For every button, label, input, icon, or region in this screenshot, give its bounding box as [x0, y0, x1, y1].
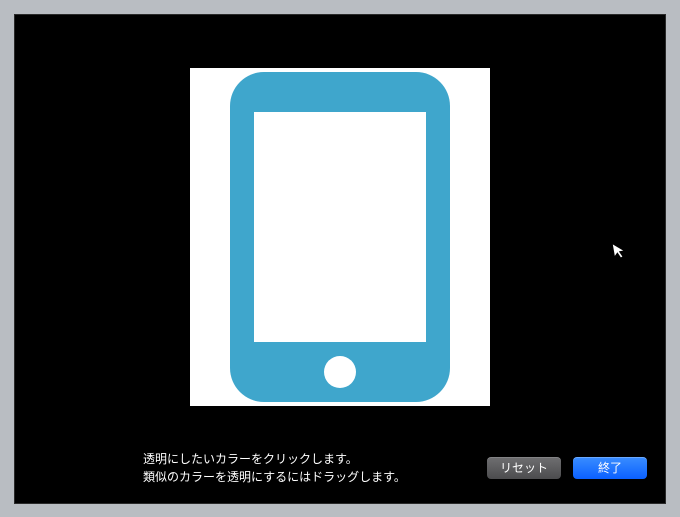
reset-button[interactable]: リセット	[487, 457, 561, 479]
instructions: 透明にしたいカラーをクリックします。 類似のカラーを透明にするにはドラッグします…	[33, 450, 475, 486]
instant-alpha-panel: 透明にしたいカラーをクリックします。 類似のカラーを透明にするにはドラッグします…	[14, 14, 666, 504]
image-stage[interactable]	[190, 68, 490, 406]
bottom-bar: 透明にしたいカラーをクリックします。 類似のカラーを透明にするにはドラッグします…	[15, 443, 665, 503]
phone-icon	[220, 72, 460, 402]
instruction-line-1: 透明にしたいカラーをクリックします。	[143, 450, 475, 468]
done-button[interactable]: 終了	[573, 457, 647, 479]
button-group: リセット 終了	[487, 457, 647, 479]
canvas-area[interactable]	[15, 31, 665, 443]
instruction-line-2: 類似のカラーを透明にするにはドラッグします。	[143, 468, 475, 486]
